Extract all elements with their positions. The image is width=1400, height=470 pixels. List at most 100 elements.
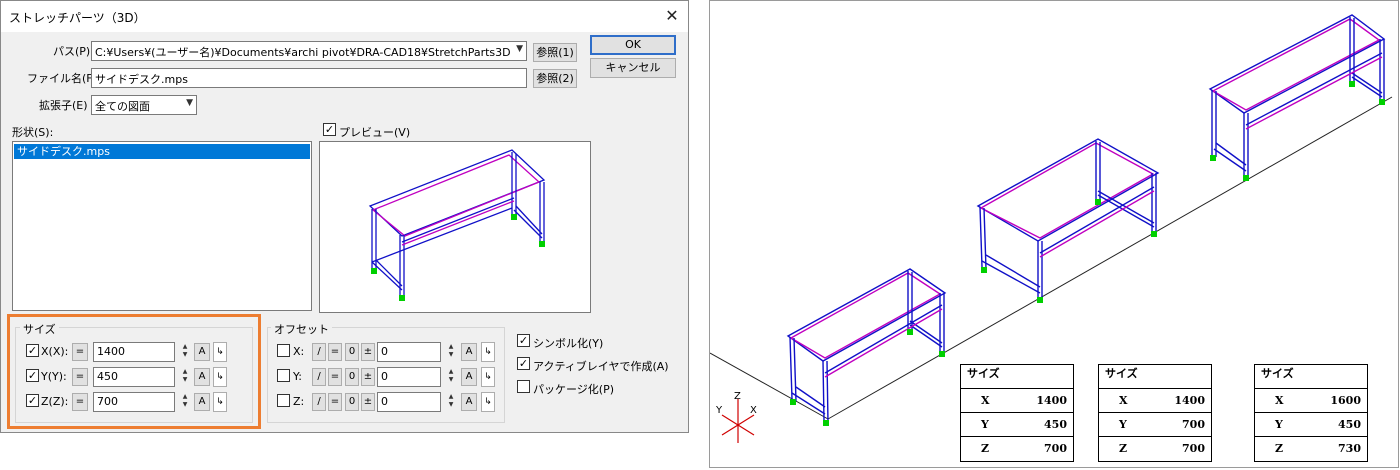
desk-1450-feet: [790, 329, 945, 426]
stretch-parts-dialog: ストレッチパーツ（3D） ✕ パス(P) C:¥Users¥(ユーザー名)¥Do…: [0, 0, 689, 433]
browse2-button[interactable]: 参照(2): [533, 69, 577, 88]
shape-list[interactable]: サイドデスク.mps: [12, 141, 312, 311]
size-table: サイズ X 1400 Y 450 Z 700: [960, 364, 1074, 462]
table-value: 730: [1338, 442, 1361, 455]
browse1-button[interactable]: 参照(1): [533, 43, 577, 62]
filename-input[interactable]: サイドデスク.mps: [91, 68, 527, 88]
table-value: 1400: [1036, 394, 1067, 407]
offset-y-zero-button[interactable]: 0: [345, 368, 359, 386]
table-key: Z: [1119, 442, 1128, 455]
offset-z-input[interactable]: 0: [377, 392, 441, 412]
offset-y-div-button[interactable]: /: [312, 368, 326, 386]
offset-z-checkbox[interactable]: [277, 394, 290, 407]
offset-y-eq-button[interactable]: =: [328, 368, 342, 386]
offset-x-input[interactable]: 0: [377, 342, 441, 362]
preview-label: プレビュー(V): [339, 126, 411, 139]
path-value: C:¥Users¥(ユーザー名)¥Documents¥archi pivot¥D…: [95, 46, 511, 59]
table-row: Y 700: [1099, 413, 1211, 437]
axis-z-label: Z: [734, 391, 741, 402]
offset-x-a-button[interactable]: A: [461, 343, 477, 361]
table-key: X: [981, 394, 990, 407]
table-row: X 1400: [961, 389, 1073, 413]
table-value: 1600: [1330, 394, 1361, 407]
offset-z-pm-button[interactable]: ±: [361, 393, 375, 411]
table-row: Z 730: [1255, 437, 1367, 461]
offset-x-checkbox[interactable]: [277, 344, 290, 357]
path-combobox[interactable]: C:¥Users¥(ユーザー名)¥Documents¥archi pivot¥D…: [91, 41, 527, 61]
size-table: サイズ X 1400 Y 700 Z 700: [1098, 364, 1212, 462]
spin-updown-icon[interactable]: ▲ ▼: [445, 393, 457, 411]
preview-foot: [399, 295, 405, 301]
table-value: 700: [1182, 418, 1205, 431]
dialog-titlebar: ストレッチパーツ（3D） ✕: [1, 1, 688, 32]
package-label: パッケージ化(P): [533, 383, 614, 396]
pick-icon[interactable]: ↳: [481, 392, 495, 412]
table-row: Z 700: [961, 437, 1073, 461]
offset-x-pm-button[interactable]: ±: [361, 343, 375, 361]
desk-1450[interactable]: [786, 268, 947, 424]
table-value: 700: [1182, 442, 1205, 455]
table-key: Z: [1275, 442, 1284, 455]
size-table-title: サイズ: [1261, 367, 1294, 380]
offset-group-title: オフセット: [271, 321, 332, 337]
table-row: X 1600: [1255, 389, 1367, 413]
desk-1600-730-feet: [1210, 81, 1385, 181]
offset-x-zero-button[interactable]: 0: [345, 343, 359, 361]
table-key: X: [1275, 394, 1284, 407]
cad-view[interactable]: Z Y X サイズ X 1400 Y 450 Z 700 サイズ X 1400 Y 700…: [709, 0, 1399, 468]
table-value: 700: [1044, 442, 1067, 455]
table-key: Z: [981, 442, 990, 455]
table-key: Y: [1119, 418, 1127, 431]
preview-checkbox[interactable]: ✓: [323, 123, 336, 136]
size-table: サイズ X 1600 Y 450 Z 730: [1254, 364, 1368, 462]
offset-x-div-button[interactable]: /: [312, 343, 326, 361]
table-key: Y: [981, 418, 989, 431]
symbolize-checkbox[interactable]: ✓: [517, 334, 530, 347]
package-checkbox[interactable]: [517, 380, 530, 393]
dialog-title: ストレッチパーツ（3D）: [9, 11, 146, 25]
offset-y-input[interactable]: 0: [377, 367, 441, 387]
offset-y-pm-button[interactable]: ±: [361, 368, 375, 386]
spin-updown-icon[interactable]: ▲ ▼: [445, 368, 457, 386]
offset-x-eq-button[interactable]: =: [328, 343, 342, 361]
table-value: 450: [1338, 418, 1361, 431]
offset-z-eq-button[interactable]: =: [328, 393, 342, 411]
offset-z-zero-button[interactable]: 0: [345, 393, 359, 411]
desk-1400-700[interactable]: [976, 138, 1160, 299]
ok-button[interactable]: OK: [590, 35, 676, 55]
ext-select[interactable]: 全ての図面 ▼: [91, 95, 197, 115]
preview-foot: [539, 241, 545, 247]
desk-1600-730[interactable]: [1208, 14, 1386, 177]
offset-z-label: Z:: [293, 395, 305, 408]
path-label: パス(P): [53, 45, 91, 58]
axis-y-label: Y: [715, 405, 723, 416]
table-key: X: [1119, 394, 1128, 407]
preview-pane: [319, 141, 591, 313]
offset-y-a-button[interactable]: A: [461, 368, 477, 386]
pick-icon[interactable]: ↳: [481, 367, 495, 387]
ext-label: 拡張子(E): [39, 99, 88, 112]
table-row: Y 450: [1255, 413, 1367, 437]
filename-label: ファイル名(F): [27, 72, 97, 85]
chevron-down-icon[interactable]: ▼: [516, 44, 523, 54]
preview-foot: [371, 268, 377, 274]
close-icon[interactable]: ✕: [661, 5, 683, 27]
ground-line-left: [710, 352, 829, 420]
offset-y-label: Y:: [293, 370, 302, 383]
offset-z-div-button[interactable]: /: [312, 393, 326, 411]
active-layer-checkbox[interactable]: ✓: [517, 357, 530, 370]
list-item[interactable]: サイドデスク.mps: [14, 144, 310, 159]
preview-foot: [511, 214, 517, 220]
table-key: Y: [1275, 418, 1283, 431]
offset-y-checkbox[interactable]: [277, 369, 290, 382]
ext-value: 全ての図面: [95, 100, 150, 113]
size-table-title: サイズ: [1105, 367, 1138, 380]
axis-x-label: X: [750, 405, 757, 416]
offset-z-a-button[interactable]: A: [461, 393, 477, 411]
cancel-button[interactable]: キャンセル: [590, 58, 676, 78]
table-row: Z 700: [1099, 437, 1211, 461]
spin-updown-icon[interactable]: ▲ ▼: [445, 343, 457, 361]
chevron-down-icon[interactable]: ▼: [186, 98, 193, 108]
symbolize-label: シンボル化(Y): [533, 337, 604, 350]
pick-icon[interactable]: ↳: [481, 342, 495, 362]
